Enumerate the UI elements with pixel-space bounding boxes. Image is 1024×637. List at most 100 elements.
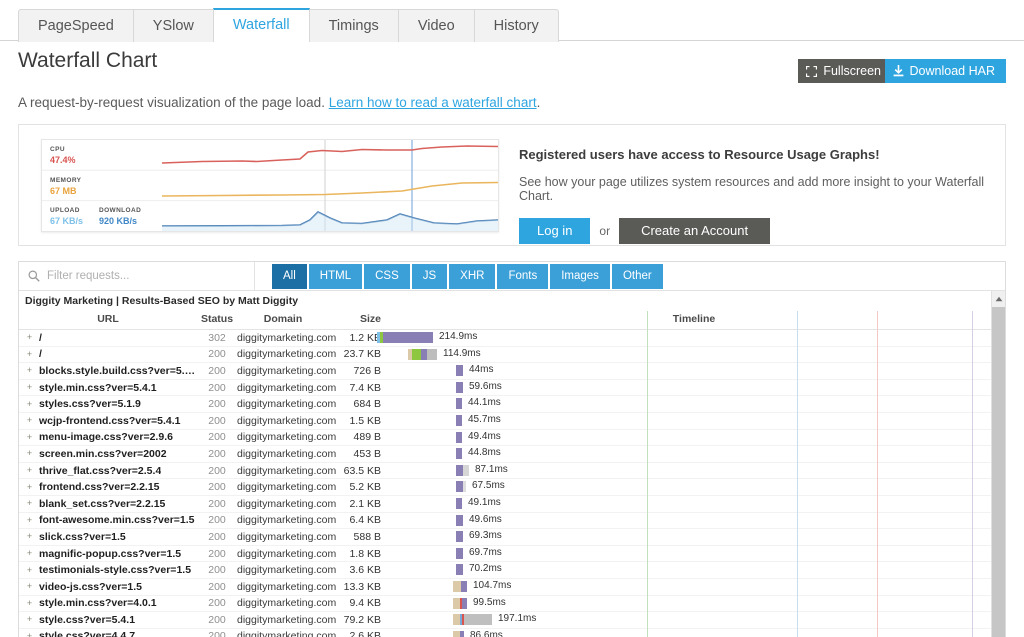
timeline-bar[interactable] (453, 598, 467, 609)
filter-tab-all[interactable]: All (272, 264, 307, 289)
table-row[interactable]: +wcjp-frontend.css?ver=5.4.1200diggityma… (19, 412, 1006, 429)
expand-row-icon[interactable]: + (25, 350, 34, 359)
url-label[interactable]: menu-image.css?ver=2.9.6 (39, 431, 173, 443)
expand-row-icon[interactable]: + (25, 416, 34, 425)
filter-tab-xhr[interactable]: XHR (449, 264, 495, 289)
url-label[interactable]: styles.css?ver=5.1.9 (39, 398, 141, 410)
fullscreen-button[interactable]: Fullscreen (798, 59, 892, 83)
url-label[interactable]: style.min.css?ver=5.4.1 (39, 382, 157, 394)
timeline-bar[interactable] (456, 515, 463, 526)
login-button[interactable]: Log in (519, 218, 590, 244)
timeline-bar[interactable] (456, 365, 463, 376)
expand-row-icon[interactable]: + (25, 466, 34, 475)
table-row[interactable]: +screen.min.css?ver=2002200diggitymarket… (19, 446, 1006, 463)
url-label[interactable]: frontend.css?ver=2.2.15 (39, 481, 160, 493)
table-row[interactable]: +menu-image.css?ver=2.9.6200diggitymarke… (19, 429, 1006, 446)
url-label[interactable]: / (39, 332, 42, 344)
expand-row-icon[interactable]: + (25, 483, 34, 492)
filter-tab-html[interactable]: HTML (309, 264, 362, 289)
timeline-bar[interactable] (456, 398, 462, 409)
scrollbar-thumb[interactable] (992, 307, 1005, 637)
table-row[interactable]: +thrive_flat.css?ver=2.5.4200diggitymark… (19, 462, 1006, 479)
tab-waterfall[interactable]: Waterfall (213, 8, 310, 42)
expand-row-icon[interactable]: + (25, 566, 34, 575)
expand-row-icon[interactable]: + (25, 516, 34, 525)
filter-tab-images[interactable]: Images (550, 264, 610, 289)
url-label[interactable]: wcjp-frontend.css?ver=5.4.1 (39, 415, 181, 427)
timeline-bar[interactable] (456, 448, 462, 459)
timeline-bar[interactable] (377, 332, 433, 343)
expand-row-icon[interactable]: + (25, 549, 34, 558)
url-label[interactable]: blank_set.css?ver=2.2.15 (39, 498, 165, 510)
timeline-bar[interactable] (456, 465, 469, 476)
timeline-bar[interactable] (456, 531, 463, 542)
table-row[interactable]: +slick.css?ver=1.5200diggitymarketing.co… (19, 529, 1006, 546)
timeline-bar[interactable] (456, 415, 462, 426)
table-row[interactable]: +styles.css?ver=5.1.9200diggitymarketing… (19, 396, 1006, 413)
search-input[interactable] (45, 269, 245, 283)
url-label[interactable]: magnific-popup.css?ver=1.5 (39, 548, 181, 560)
url-label[interactable]: style.min.css?ver=4.0.1 (39, 597, 157, 609)
url-label[interactable]: slick.css?ver=1.5 (39, 531, 126, 543)
table-row[interactable]: +frontend.css?ver=2.2.15200diggitymarket… (19, 479, 1006, 496)
table-row[interactable]: +font-awesome.min.css?ver=1.5200diggitym… (19, 512, 1006, 529)
url-label[interactable]: font-awesome.min.css?ver=1.5 (39, 514, 195, 526)
timeline-bar[interactable] (456, 548, 463, 559)
expand-row-icon[interactable]: + (25, 499, 34, 508)
table-row[interactable]: +video-js.css?ver=1.5200diggitymarketing… (19, 578, 1006, 595)
timeline-bar[interactable] (408, 349, 437, 360)
table-row[interactable]: +style.css?ver=4.4.7200diggitymarketing.… (19, 628, 1006, 637)
expand-row-icon[interactable]: + (25, 449, 34, 458)
url-label[interactable]: style.css?ver=4.4.7 (39, 630, 135, 637)
expand-row-icon[interactable]: + (25, 333, 34, 342)
col-header-domain[interactable]: Domain (237, 311, 329, 330)
timeline-bar[interactable] (456, 564, 463, 575)
url-label[interactable]: video-js.css?ver=1.5 (39, 581, 142, 593)
filter-tab-other[interactable]: Other (612, 264, 663, 289)
table-row[interactable]: +testimonials-style.css?ver=1.5200diggit… (19, 562, 1006, 579)
create-account-button[interactable]: Create an Account (619, 218, 770, 244)
timeline-bar[interactable] (453, 581, 467, 592)
expand-row-icon[interactable]: + (25, 582, 34, 591)
url-label[interactable]: testimonials-style.css?ver=1.5 (39, 564, 191, 576)
expand-row-icon[interactable]: + (25, 366, 34, 375)
col-header-size[interactable]: Size (329, 311, 381, 330)
url-label[interactable]: thrive_flat.css?ver=2.5.4 (39, 465, 161, 477)
timeline-bar[interactable] (456, 498, 462, 509)
expand-row-icon[interactable]: + (25, 632, 34, 637)
expand-row-icon[interactable]: + (25, 433, 34, 442)
tab-history[interactable]: History (474, 9, 559, 42)
tab-video[interactable]: Video (398, 9, 474, 42)
expand-row-icon[interactable]: + (25, 615, 34, 624)
table-row[interactable]: +style.css?ver=5.4.1200diggitymarketing.… (19, 612, 1006, 629)
url-label[interactable]: blocks.style.build.css?ver=5.4.1 (39, 365, 197, 377)
timeline-bar[interactable] (456, 432, 462, 443)
expand-row-icon[interactable]: + (25, 400, 34, 409)
expand-row-icon[interactable]: + (25, 383, 34, 392)
expand-row-icon[interactable]: + (25, 532, 34, 541)
url-label[interactable]: style.css?ver=5.4.1 (39, 614, 135, 626)
requests-scrollbar[interactable] (991, 291, 1005, 637)
scroll-up-icon[interactable] (992, 291, 1006, 307)
table-row[interactable]: +/200diggitymarketing.com23.7 KB114.9ms (19, 346, 1006, 363)
table-row[interactable]: +style.min.css?ver=4.0.1200diggitymarket… (19, 595, 1006, 612)
timeline-bar[interactable] (453, 614, 492, 625)
table-row[interactable]: +/302diggitymarketing.com1.2 KB214.9ms (19, 330, 1006, 347)
timeline-bar[interactable] (456, 481, 466, 492)
tab-pagespeed[interactable]: PageSpeed (18, 9, 133, 42)
url-label[interactable]: screen.min.css?ver=2002 (39, 448, 167, 460)
col-header-status[interactable]: Status (197, 311, 237, 330)
filter-tab-js[interactable]: JS (412, 264, 447, 289)
timeline-bar[interactable] (453, 631, 464, 637)
table-row[interactable]: +blocks.style.build.css?ver=5.4.1200digg… (19, 363, 1006, 380)
tab-yslow[interactable]: YSlow (133, 9, 213, 42)
table-row[interactable]: +magnific-popup.css?ver=1.5200diggitymar… (19, 545, 1006, 562)
table-row[interactable]: +style.min.css?ver=5.4.1200diggitymarket… (19, 379, 1006, 396)
url-label[interactable]: / (39, 348, 42, 360)
timeline-bar[interactable] (456, 382, 463, 393)
tab-timings[interactable]: Timings (310, 9, 398, 42)
expand-row-icon[interactable]: + (25, 599, 34, 608)
filter-tab-fonts[interactable]: Fonts (497, 264, 548, 289)
download-har-button[interactable]: Download HAR (885, 59, 1006, 83)
table-row[interactable]: +blank_set.css?ver=2.2.15200diggitymarke… (19, 495, 1006, 512)
